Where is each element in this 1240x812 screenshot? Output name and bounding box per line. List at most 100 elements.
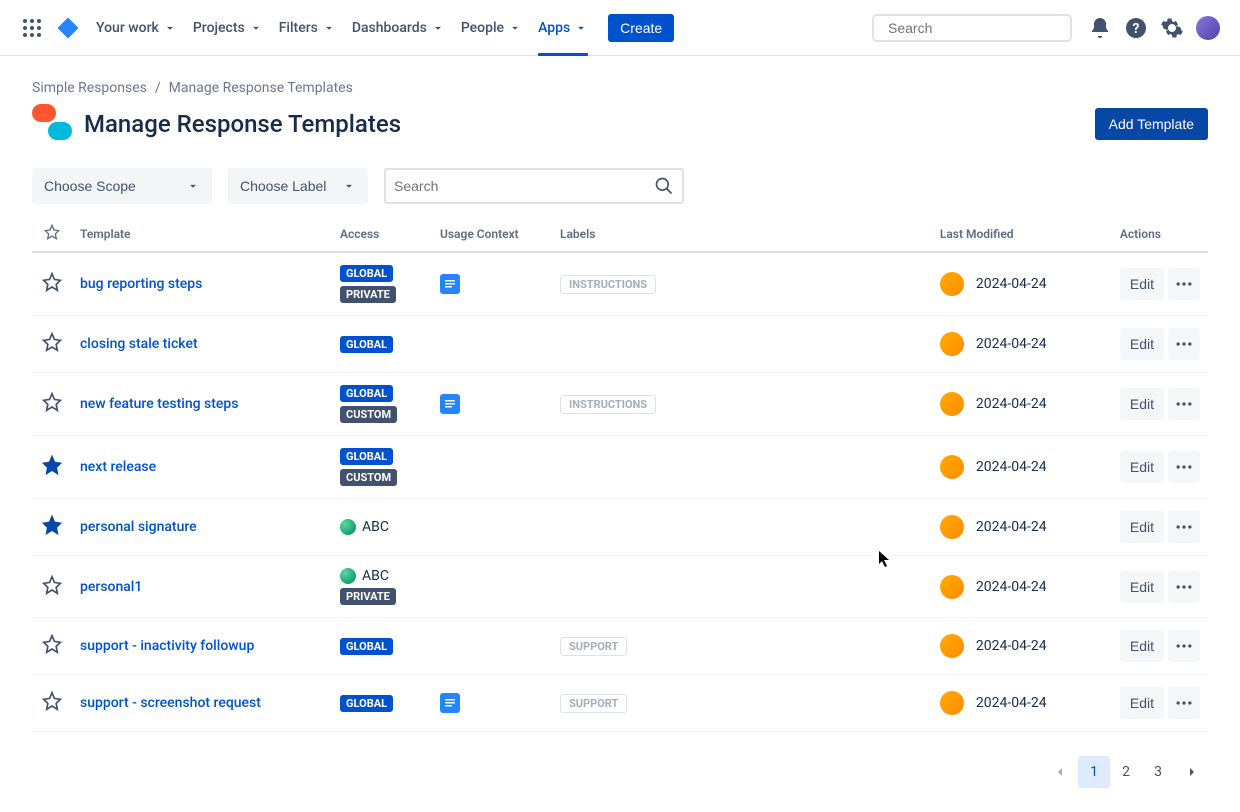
- col-star: [32, 216, 72, 252]
- edit-button[interactable]: Edit: [1120, 268, 1164, 300]
- chevron-down-icon: [249, 21, 263, 35]
- usage-context-icon: [440, 693, 460, 713]
- access-badge: PRIVATE: [340, 588, 396, 605]
- project-badge: ABC: [340, 568, 389, 584]
- template-link[interactable]: closing stale ticket: [80, 336, 198, 352]
- more-icon: [1174, 334, 1194, 354]
- user-avatar: [940, 575, 964, 599]
- more-actions-button[interactable]: [1168, 388, 1200, 420]
- access-badge: GLOBAL: [340, 638, 393, 655]
- scope-dropdown[interactable]: Choose Scope: [32, 168, 212, 204]
- global-search-input[interactable]: [888, 20, 1069, 36]
- top-nav: Your workProjectsFiltersDashboardsPeople…: [0, 0, 1240, 56]
- jira-logo-icon[interactable]: [52, 12, 84, 44]
- globe-icon: [340, 568, 356, 584]
- more-icon: [1174, 394, 1194, 414]
- template-link[interactable]: new feature testing steps: [80, 396, 238, 412]
- page-number[interactable]: 1: [1078, 756, 1110, 788]
- label-pill: SUPPORT: [560, 694, 627, 713]
- nav-item-filters[interactable]: Filters: [271, 0, 344, 56]
- label-pill: INSTRUCTIONS: [560, 275, 656, 294]
- star-toggle[interactable]: [42, 272, 62, 292]
- breadcrumb-app[interactable]: Simple Responses: [32, 80, 147, 96]
- star-toggle[interactable]: [42, 392, 62, 412]
- svg-text:?: ?: [1133, 21, 1140, 37]
- access-badge: CUSTOM: [340, 406, 397, 423]
- label-pill: INSTRUCTIONS: [560, 395, 656, 414]
- more-actions-button[interactable]: [1168, 328, 1200, 360]
- table-row: bug reporting steps GLOBAL PRIVATE INSTRUCT…: [32, 252, 1208, 316]
- more-actions-button[interactable]: [1168, 451, 1200, 483]
- template-link[interactable]: support - screenshot request: [80, 695, 261, 711]
- chevron-right-icon: [1184, 764, 1200, 780]
- profile-avatar[interactable]: [1192, 12, 1224, 44]
- nav-item-people[interactable]: People: [453, 0, 530, 56]
- modified-date: 2024-04-24: [976, 276, 1047, 292]
- page-number[interactable]: 3: [1142, 756, 1174, 788]
- chevron-down-icon: [431, 21, 445, 35]
- template-link[interactable]: bug reporting steps: [80, 276, 202, 292]
- label-dropdown[interactable]: Choose Label: [228, 168, 368, 204]
- globe-icon: [340, 519, 356, 535]
- more-icon: [1174, 517, 1194, 537]
- nav-item-apps[interactable]: Apps: [530, 0, 596, 56]
- page-number[interactable]: 2: [1110, 756, 1142, 788]
- more-actions-button[interactable]: [1168, 630, 1200, 662]
- edit-button[interactable]: Edit: [1120, 451, 1164, 483]
- template-link[interactable]: personal1: [80, 579, 142, 595]
- star-icon: [44, 224, 60, 240]
- col-modified: Last Modified: [932, 216, 1112, 252]
- breadcrumb-page[interactable]: Manage Response Templates: [169, 80, 353, 96]
- app-switcher-icon[interactable]: [16, 12, 48, 44]
- edit-button[interactable]: Edit: [1120, 687, 1164, 719]
- nav-item-dashboards[interactable]: Dashboards: [344, 0, 453, 56]
- more-icon: [1174, 577, 1194, 597]
- more-actions-button[interactable]: [1168, 268, 1200, 300]
- star-toggle[interactable]: [42, 691, 62, 711]
- template-search[interactable]: [384, 168, 684, 204]
- star-toggle[interactable]: [42, 332, 62, 352]
- more-actions-button[interactable]: [1168, 571, 1200, 603]
- access-badge: PRIVATE: [340, 286, 396, 303]
- table-row: personal signatureABC2024-04-24Edit: [32, 499, 1208, 556]
- user-avatar: [940, 455, 964, 479]
- more-actions-button[interactable]: [1168, 511, 1200, 543]
- settings-icon[interactable]: [1156, 12, 1188, 44]
- star-toggle[interactable]: [42, 455, 62, 475]
- col-access: Access: [332, 216, 432, 252]
- template-link[interactable]: personal signature: [80, 519, 197, 535]
- star-icon: [42, 332, 62, 352]
- access-badge: GLOBAL: [340, 265, 393, 282]
- more-icon: [1174, 457, 1194, 477]
- global-search[interactable]: [872, 14, 1072, 42]
- modified-date: 2024-04-24: [976, 459, 1047, 475]
- create-button[interactable]: Create: [608, 14, 674, 42]
- star-toggle[interactable]: [42, 634, 62, 654]
- edit-button[interactable]: Edit: [1120, 630, 1164, 662]
- template-search-input[interactable]: [394, 178, 654, 194]
- page-prev: [1044, 756, 1076, 788]
- edit-button[interactable]: Edit: [1120, 328, 1164, 360]
- star-toggle[interactable]: [42, 515, 62, 535]
- chevron-down-icon: [322, 21, 336, 35]
- template-link[interactable]: support - inactivity followup: [80, 638, 254, 654]
- more-icon: [1174, 274, 1194, 294]
- user-avatar: [940, 332, 964, 356]
- edit-button[interactable]: Edit: [1120, 511, 1164, 543]
- notifications-icon[interactable]: [1084, 12, 1116, 44]
- help-icon[interactable]: ?: [1120, 12, 1152, 44]
- star-icon: [42, 691, 62, 711]
- edit-button[interactable]: Edit: [1120, 388, 1164, 420]
- edit-button[interactable]: Edit: [1120, 571, 1164, 603]
- table-row: closing stale ticketGLOBAL2024-04-24Edit: [32, 316, 1208, 373]
- more-actions-button[interactable]: [1168, 687, 1200, 719]
- add-template-button[interactable]: Add Template: [1095, 108, 1208, 140]
- template-link[interactable]: next release: [80, 459, 156, 475]
- page-title: Manage Response Templates: [84, 110, 401, 138]
- page-next[interactable]: [1176, 756, 1208, 788]
- user-avatar: [940, 634, 964, 658]
- nav-item-your-work[interactable]: Your work: [88, 0, 185, 56]
- modified-date: 2024-04-24: [976, 638, 1047, 654]
- star-toggle[interactable]: [42, 575, 62, 595]
- nav-item-projects[interactable]: Projects: [185, 0, 271, 56]
